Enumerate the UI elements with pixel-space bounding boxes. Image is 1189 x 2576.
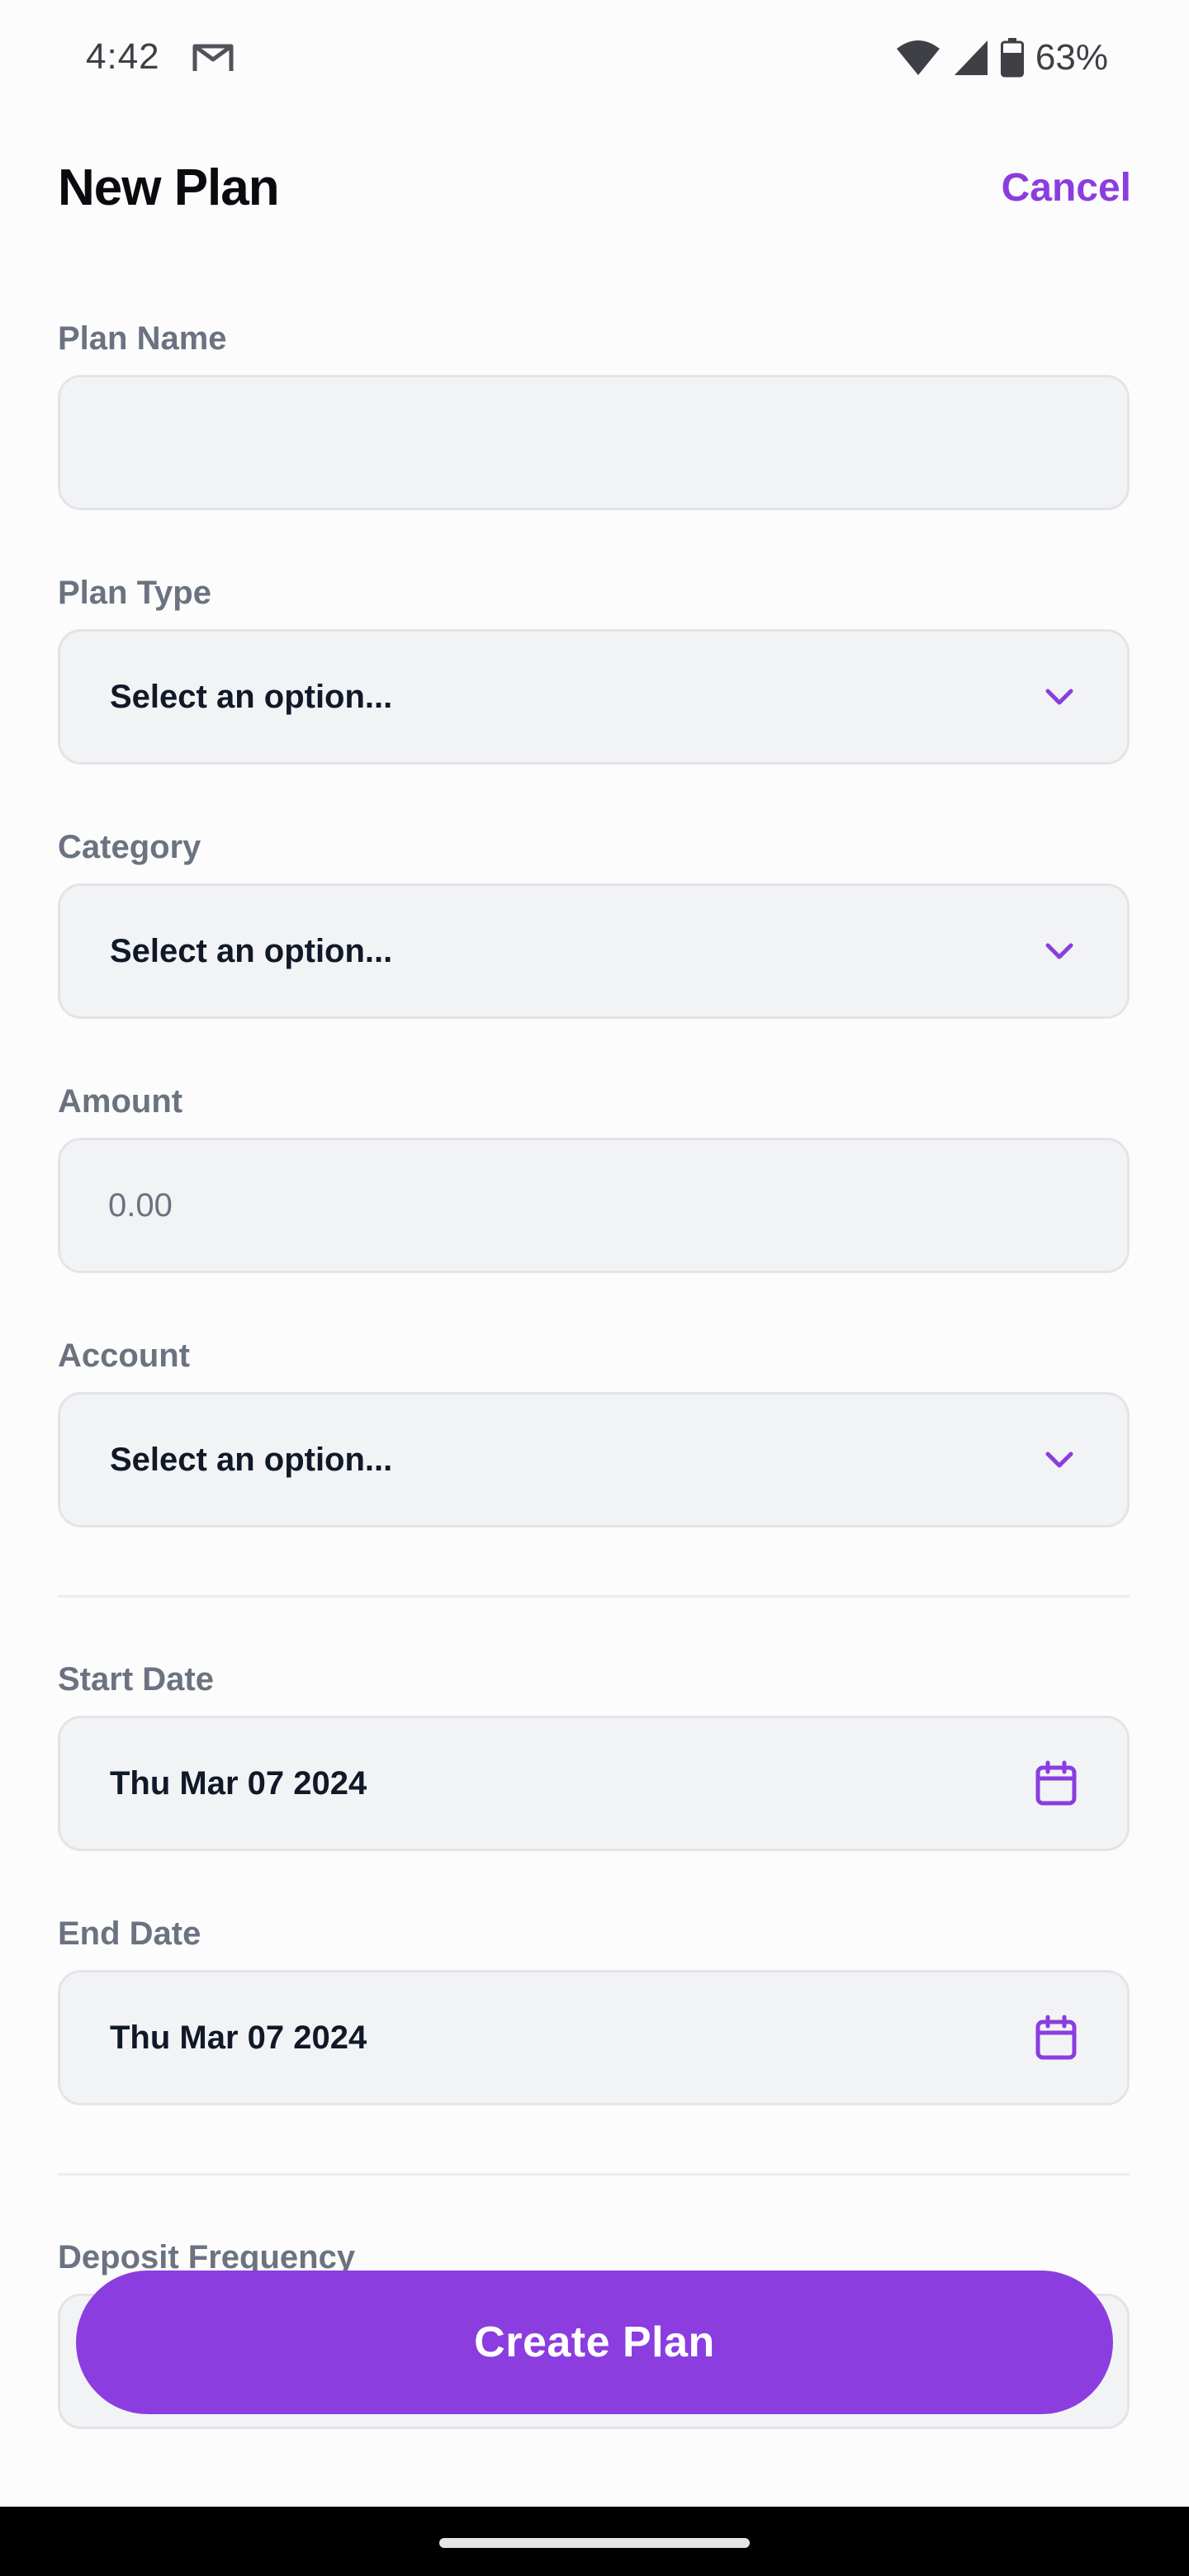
battery-icon xyxy=(1000,38,1024,78)
signal-icon xyxy=(954,40,988,75)
chevron-down-icon xyxy=(1045,1451,1073,1468)
start-date-label: Start Date xyxy=(58,1661,214,1698)
chevron-down-icon xyxy=(1045,943,1073,959)
home-indicator[interactable] xyxy=(439,2538,750,2548)
cancel-button[interactable]: Cancel xyxy=(1002,165,1131,211)
end-date-picker[interactable]: Thu Mar 07 2024 xyxy=(58,1970,1130,2105)
plan-type-value: Select an option... xyxy=(110,678,393,715)
account-value: Select an option... xyxy=(110,1441,393,1478)
end-date-value: Thu Mar 07 2024 xyxy=(110,2019,367,2056)
category-value: Select an option... xyxy=(110,932,393,969)
wifi-icon xyxy=(896,40,940,75)
plan-type-label: Plan Type xyxy=(58,575,211,611)
amount-input[interactable] xyxy=(107,1186,1078,1225)
amount-field[interactable] xyxy=(58,1138,1130,1273)
start-date-picker[interactable]: Thu Mar 07 2024 xyxy=(58,1716,1130,1851)
plan-name-label: Plan Name xyxy=(58,320,227,357)
status-icons: 63% xyxy=(895,36,1108,79)
page-title: New Plan xyxy=(58,159,280,216)
end-date-label: End Date xyxy=(58,1915,201,1952)
status-time: 4:42 xyxy=(86,36,160,77)
create-plan-button[interactable]: Create Plan xyxy=(76,2271,1113,2414)
gmail-icon xyxy=(192,44,234,71)
category-select[interactable]: Select an option... xyxy=(58,883,1130,1019)
account-select[interactable]: Select an option... xyxy=(58,1392,1130,1527)
plan-name-input[interactable] xyxy=(110,423,1078,462)
plan-type-select[interactable]: Select an option... xyxy=(58,629,1130,765)
plan-name-field[interactable] xyxy=(58,375,1130,510)
category-label: Category xyxy=(58,829,201,865)
amount-label: Amount xyxy=(58,1083,183,1120)
status-bar: 4:42 63% xyxy=(0,0,1189,116)
section-divider xyxy=(58,2173,1130,2176)
chevron-down-icon xyxy=(1045,689,1073,705)
account-label: Account xyxy=(58,1338,190,1374)
section-divider xyxy=(58,1595,1130,1598)
calendar-icon xyxy=(1035,1760,1077,1806)
battery-percentage: 63% xyxy=(1035,37,1108,78)
calendar-icon xyxy=(1035,2015,1077,2060)
start-date-value: Thu Mar 07 2024 xyxy=(110,1764,367,1802)
